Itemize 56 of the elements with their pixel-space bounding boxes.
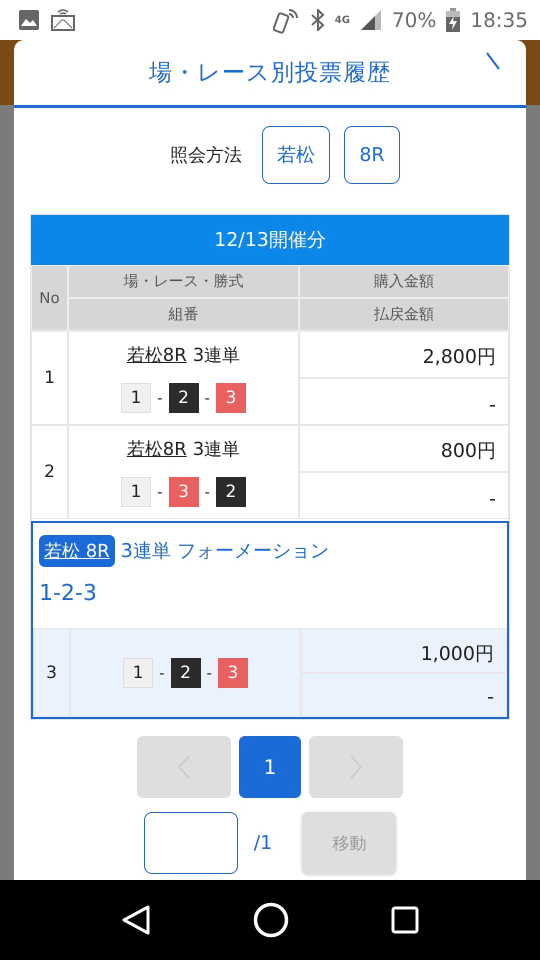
- race-link[interactable]: 若松8R: [126, 343, 187, 367]
- boat-number: 1: [123, 658, 154, 688]
- battery-percent: 70%: [392, 8, 436, 32]
- table-cell: -: [299, 472, 509, 519]
- page-button[interactable]: 1: [239, 736, 301, 798]
- boat-number: 1: [121, 477, 152, 507]
- recents-icon[interactable]: [391, 906, 419, 934]
- boat-number: 2: [170, 658, 200, 688]
- boat-number: 1: [121, 383, 152, 413]
- table-cell: -: [301, 673, 507, 717]
- table-cell: 2,800円: [299, 331, 509, 378]
- table-cell: -: [299, 378, 509, 425]
- table-cell: 1: [31, 331, 68, 425]
- dash-separator: -: [157, 483, 162, 501]
- bet-type: 3連単: [192, 438, 240, 461]
- formation-combo: 1-2-3: [39, 581, 97, 606]
- dash-separator: -: [157, 389, 162, 407]
- column-header: No: [31, 265, 68, 331]
- race-link[interactable]: 若松8R: [126, 437, 187, 461]
- dash-separator: -: [159, 664, 164, 682]
- cell-signal-icon: [360, 9, 382, 31]
- venue-link[interactable]: 若松 8R: [39, 535, 115, 567]
- formation-title: 3連単 フォーメーション: [120, 539, 329, 564]
- query-filter-button[interactable]: 若松: [262, 126, 330, 184]
- boat-number: 3: [218, 658, 248, 688]
- column-header: 場・レース・勝式: [68, 265, 299, 298]
- dialog-title: 場・レース別投票履歴: [149, 59, 391, 88]
- boat-number: 3: [168, 477, 198, 507]
- query-filter-button[interactable]: 8R: [344, 126, 400, 184]
- table-cell: 1,000円: [301, 628, 507, 673]
- table-cell: 2: [31, 425, 68, 519]
- bluetooth-icon: [310, 9, 325, 31]
- date-header: 12/13開催分: [31, 215, 509, 265]
- table-cell: 3: [33, 628, 70, 717]
- table-cell: 800円: [299, 425, 509, 472]
- battery-charging-icon: [446, 8, 460, 32]
- boat-number: 3: [216, 383, 246, 413]
- cast-icon: [50, 8, 76, 32]
- clock-time: 18:35: [470, 8, 528, 32]
- bet-type: 3連単: [192, 344, 240, 367]
- column-header: 組番: [68, 298, 299, 331]
- network-type-label: 4G: [334, 14, 350, 26]
- column-header: 払戻金額: [299, 298, 509, 331]
- page-total: /1: [254, 832, 272, 854]
- home-icon[interactable]: [253, 902, 289, 938]
- boat-number: 2: [216, 477, 246, 507]
- image-icon: [18, 9, 40, 31]
- page-number-field[interactable]: [144, 812, 238, 874]
- dash-separator: -: [204, 389, 210, 407]
- dash-separator: -: [204, 483, 210, 501]
- column-header: 購入金額: [299, 265, 509, 298]
- phone-signal-icon: [272, 6, 301, 34]
- back-icon[interactable]: [121, 904, 151, 936]
- boat-number: 2: [168, 383, 198, 413]
- query-method-label: 照会方法: [170, 144, 242, 167]
- dash-separator: -: [206, 664, 212, 682]
